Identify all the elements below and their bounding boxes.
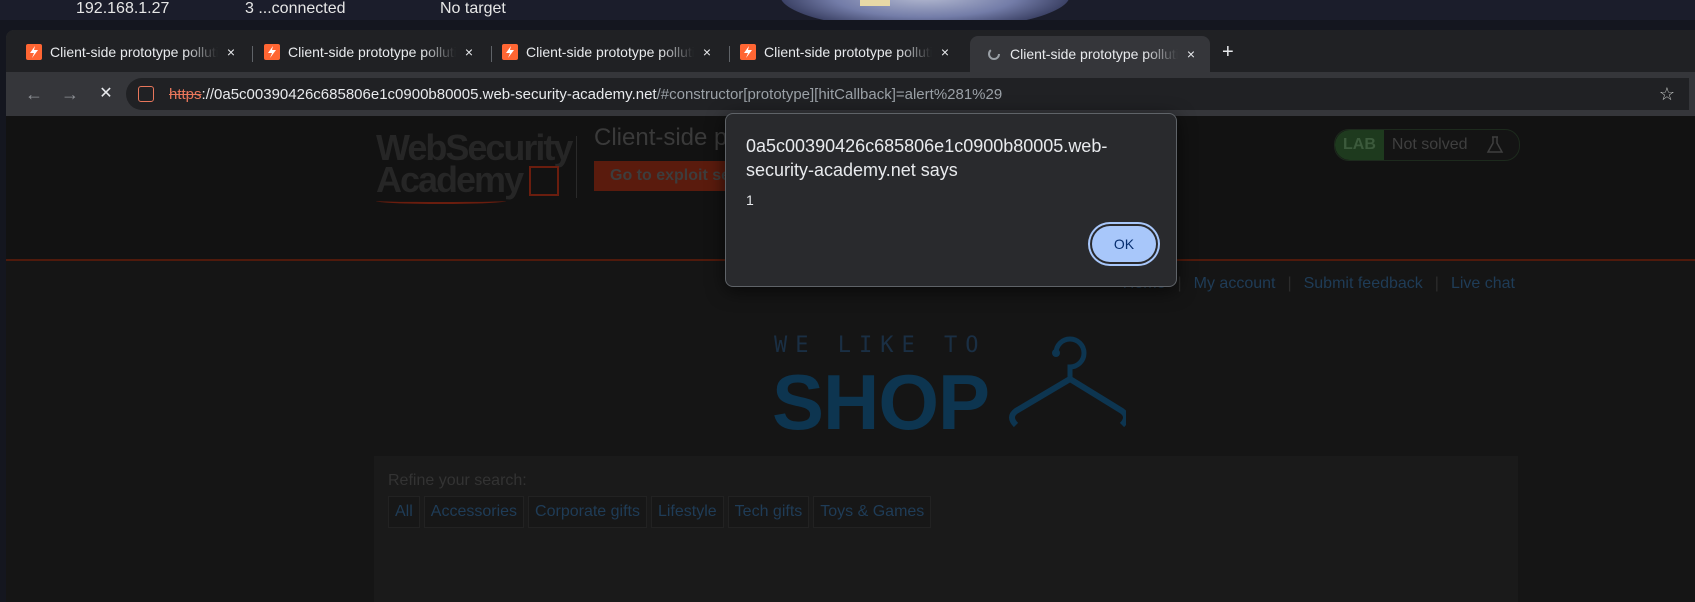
browser-tab-active[interactable]: Client-side prototype pollution via brow…: [970, 36, 1210, 72]
system-top-bar: 192.168.1.27 3 ...connected No target: [0, 0, 1695, 20]
browser-tab[interactable]: Client-side prototype pollution via brow…: [6, 36, 240, 68]
category-filters: All Accessories Corporate gifts Lifestyl…: [388, 496, 935, 528]
logo-line-2: Academy: [376, 159, 524, 200]
filter-toys-games[interactable]: Toys & Games: [813, 496, 932, 528]
tab-close-icon[interactable]: ×: [222, 44, 240, 60]
filter-tech-gifts[interactable]: Tech gifts: [727, 496, 810, 528]
url-scheme: https: [169, 86, 202, 103]
ok-button[interactable]: OK: [1092, 226, 1156, 262]
hero-tagline: WE LIKE TO: [774, 333, 987, 358]
filter-all[interactable]: All: [388, 496, 420, 528]
new-tab-button[interactable]: +: [1222, 42, 1234, 62]
browser-window: Client-side prototype pollution via brow…: [6, 30, 1695, 116]
alert-dialog-message: 1: [746, 192, 754, 208]
loading-spinner-icon: [988, 48, 1000, 60]
filter-lifestyle[interactable]: Lifestyle: [650, 496, 724, 528]
connection-status: 3 ...connected: [245, 0, 346, 17]
exploit-server-button[interactable]: Go to exploit server: [594, 161, 734, 191]
target-status: No target: [440, 0, 506, 17]
portswigger-favicon-icon: [264, 44, 280, 60]
tab-title: Client-side prototype pollution via brow…: [1010, 46, 1178, 62]
forward-button[interactable]: →: [58, 82, 82, 106]
alert-dialog-title: 0a5c00390426c685806e1c0900b80005.web-sec…: [746, 136, 1108, 180]
tab-title: Client-side prototype pollution via brow…: [50, 44, 218, 60]
alert-dialog: 0a5c00390426c685806e1c0900b80005.web-sec…: [725, 113, 1177, 287]
filter-corporate-gifts[interactable]: Corporate gifts: [528, 496, 647, 528]
portswigger-favicon-icon: [740, 44, 756, 60]
address-bar[interactable]: https://0a5c00390426c685806e1c0900b80005…: [126, 78, 1689, 110]
tab-strip: Client-side prototype pollution via brow…: [6, 30, 1695, 72]
shop-hero-banner: WE LIKE TO SHOP: [766, 331, 1126, 451]
nav-live-chat-link[interactable]: Live chat: [1451, 275, 1515, 292]
stop-loading-button[interactable]: ✕: [94, 82, 118, 106]
refine-search-title: Refine your search:: [388, 472, 527, 489]
logo-swoosh: [376, 198, 506, 204]
filter-accessories[interactable]: Accessories: [423, 496, 525, 528]
url-text[interactable]: https://0a5c00390426c685806e1c0900b80005…: [169, 86, 1002, 103]
portswigger-favicon-icon: [26, 44, 42, 60]
browser-tab[interactable]: Client-side prototype pollution via brow…: [482, 36, 716, 68]
nav-submit-feedback-link[interactable]: Submit feedback: [1304, 275, 1423, 292]
bookmark-star-icon[interactable]: ☆: [1659, 84, 1675, 105]
url-path: /#constructor[prototype][hitCallback]=al…: [656, 86, 1003, 103]
lab-status-text: Not solved: [1391, 136, 1468, 153]
site-info-icon[interactable]: [138, 86, 154, 102]
wallpaper-moon: [780, 0, 1070, 20]
workspace-indicator[interactable]: [860, 0, 890, 6]
nav-my-account-link[interactable]: My account: [1194, 275, 1276, 292]
back-button[interactable]: ←: [22, 82, 46, 106]
tab-title: Client-side prototype pollution via brow…: [288, 44, 456, 60]
web-security-academy-logo[interactable]: WebSecurity Academy: [376, 130, 573, 204]
nav-separator: |: [1434, 275, 1439, 292]
ip-address-label: 192.168.1.27: [76, 0, 170, 17]
tab-close-icon[interactable]: ×: [936, 44, 954, 60]
lab-badge: LAB: [1335, 130, 1384, 160]
url-host: ://0a5c00390426c685806e1c0900b80005.web-…: [201, 86, 657, 103]
browser-tab[interactable]: Client-side prototype pollution via brow…: [720, 36, 954, 68]
tab-close-icon[interactable]: ×: [1182, 46, 1200, 62]
tab-close-icon[interactable]: ×: [460, 44, 478, 60]
browser-toolbar: ← → ✕ https://0a5c00390426c685806e1c0900…: [6, 72, 1695, 116]
tab-title: Client-side prototype pollution via brow…: [526, 44, 694, 60]
tab-title: Client-side prototype pollution via brow…: [764, 44, 932, 60]
lab-status-widget: LAB Not solved: [1334, 129, 1520, 161]
tab-close-icon[interactable]: ×: [698, 44, 716, 60]
hanger-icon: [1009, 336, 1126, 428]
refine-search-panel: Refine your search: All Accessories Corp…: [374, 456, 1518, 602]
flask-icon: [1487, 136, 1504, 153]
header-divider: [576, 136, 577, 198]
hero-title: SHOP: [772, 358, 990, 446]
portswigger-favicon-icon: [502, 44, 518, 60]
browser-tab[interactable]: Client-side prototype pollution via brow…: [244, 36, 478, 68]
nav-separator: |: [1287, 275, 1292, 292]
logo-bolt-icon: [529, 166, 559, 196]
